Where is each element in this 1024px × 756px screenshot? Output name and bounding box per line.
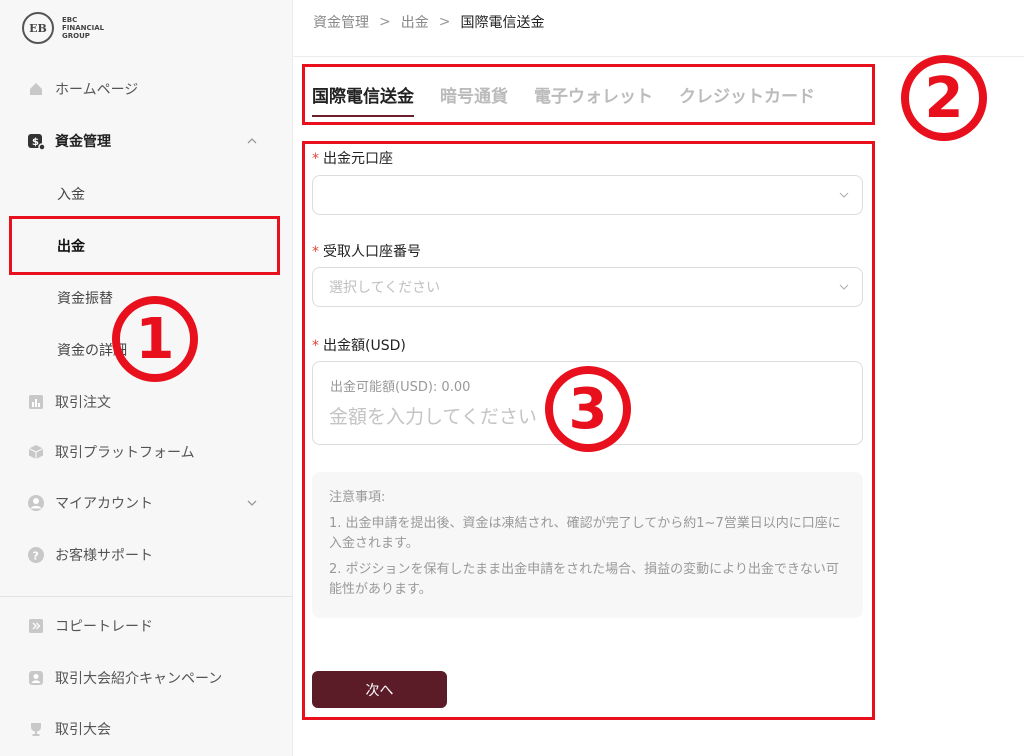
badge-icon <box>27 669 45 687</box>
tab-crypto[interactable]: 暗号通貨 <box>440 82 508 117</box>
chevron-down-icon <box>839 192 849 198</box>
home-icon <box>27 80 45 98</box>
header-divider <box>293 56 1024 57</box>
source-account-select[interactable] <box>312 175 863 215</box>
receiver-account-select[interactable]: 選択してください <box>312 267 863 307</box>
sidebar-item-label: マイアカウント <box>55 496 153 512</box>
logo[interactable]: EB EBC FINANCIAL GROUP <box>22 12 104 44</box>
tab-wire-transfer[interactable]: 国際電信送金 <box>312 82 414 117</box>
breadcrumb-withdraw[interactable]: 出金 <box>401 12 429 32</box>
logo-line2: FINANCIAL <box>62 24 105 32</box>
chevron-down-icon <box>839 284 849 290</box>
available-amount: 出金可能額(USD): 0.00 <box>330 380 471 395</box>
annotation-number-2: 2 <box>901 55 987 141</box>
sidebar-item-copy-trade[interactable]: コピートレード <box>27 614 153 638</box>
notice-item-2: 2. ポジションを保有したまま出金申請をされた場合、損益の変動により出金できない… <box>329 562 839 597</box>
sidebar-item-funds[interactable]: $ 資金管理 <box>27 129 111 153</box>
trophy-icon <box>27 720 45 738</box>
logo-mark: EB <box>22 12 54 44</box>
receiver-account-label: * 受取人口座番号 <box>312 241 421 261</box>
sidebar-item-contest[interactable]: 取引大会 <box>27 717 111 741</box>
chart-icon <box>27 393 45 411</box>
sidebar-item-referral[interactable]: 取引大会紹介キャンペーン <box>27 666 222 690</box>
sidebar-item-label: 取引プラットフォーム <box>55 445 195 461</box>
notice-box: 注意事項: 1. 出金申請を提出後、資金は凍結され、確認が完了してから約1~7営… <box>312 472 863 618</box>
sidebar-item-transfer[interactable]: 資金振替 <box>57 288 113 308</box>
wallet-icon: $ <box>27 132 45 150</box>
logo-text: EBC FINANCIAL GROUP <box>62 16 104 40</box>
sidebar-item-label: お客様サポート <box>55 548 153 564</box>
breadcrumb-funds[interactable]: 資金管理 <box>313 12 369 32</box>
next-button[interactable]: 次へ <box>312 671 447 708</box>
sidebar-item-label: 資金管理 <box>55 134 111 150</box>
receiver-account-label-text: 受取人口座番号 <box>323 244 421 260</box>
sidebar-item-label: 取引大会 <box>55 722 111 738</box>
sidebar-item-trade-order[interactable]: 取引注文 <box>27 390 111 414</box>
sidebar-item-deposit[interactable]: 入金 <box>57 184 85 204</box>
notice-item-1: 1. 出金申請を提出後、資金は凍結され、確認が完了してから約1~7営業日以内に口… <box>329 516 841 551</box>
breadcrumb: 資金管理 > 出金 > 国際電信送金 <box>313 12 544 32</box>
svg-text:?: ? <box>33 550 39 563</box>
amount-label: * 出金額(USD) <box>312 335 406 355</box>
logo-line3: GROUP <box>62 32 90 40</box>
svg-text:$: $ <box>32 137 39 148</box>
user-icon <box>27 494 45 512</box>
required-mark: * <box>312 151 319 167</box>
withdraw-method-tabs: 国際電信送金 暗号通貨 電子ウォレット クレジットカード <box>312 82 841 117</box>
chevron-up-icon[interactable] <box>245 134 259 148</box>
sidebar-item-trade-platform[interactable]: 取引プラットフォーム <box>27 440 195 464</box>
sidebar-item-home[interactable]: ホームページ <box>27 77 138 101</box>
breadcrumb-separator: > <box>438 14 451 30</box>
source-account-label: * 出金元口座 <box>312 148 393 168</box>
sidebar-divider <box>0 596 293 597</box>
required-mark: * <box>312 244 319 260</box>
amount-label-text: 出金額(USD) <box>323 338 406 354</box>
sidebar-item-label: ホームページ <box>55 82 139 98</box>
sidebar-item-my-account[interactable]: マイアカウント <box>27 491 153 515</box>
annotation-number-1: 1 <box>112 296 198 382</box>
receiver-account-placeholder: 選択してください <box>329 280 441 296</box>
logo-line1: EBC <box>62 16 78 24</box>
source-account-label-text: 出金元口座 <box>323 151 393 167</box>
help-icon: ? <box>27 546 45 564</box>
required-mark: * <box>312 338 319 354</box>
tab-credit-card[interactable]: クレジットカード <box>679 82 815 117</box>
sidebar-item-withdraw[interactable]: 出金 <box>57 236 85 256</box>
annotation-number-3: 3 <box>545 366 631 452</box>
breadcrumb-separator: > <box>379 14 391 30</box>
sidebar-item-support[interactable]: ? お客様サポート <box>27 543 153 567</box>
sidebar-item-label: コピートレード <box>55 619 153 635</box>
notice-title: 注意事項: <box>329 490 386 505</box>
tab-e-wallet[interactable]: 電子ウォレット <box>534 82 653 117</box>
copy-icon <box>27 617 45 635</box>
cube-icon <box>27 443 45 461</box>
chevron-down-icon[interactable] <box>245 496 259 510</box>
sidebar-item-label: 取引大会紹介キャンペーン <box>55 671 223 687</box>
breadcrumb-current: 国際電信送金 <box>460 15 545 31</box>
sidebar-item-label: 取引注文 <box>55 395 111 411</box>
